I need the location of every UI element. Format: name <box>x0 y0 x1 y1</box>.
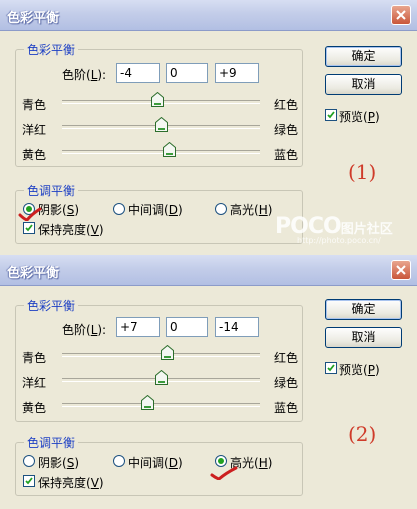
tone-balance-legend: 色调平衡 <box>24 434 79 451</box>
check-icon <box>25 477 33 485</box>
slider-thumb-magenta-green[interactable] <box>154 370 168 385</box>
close-icon <box>396 265 406 275</box>
radio-midtones-label: 中间调(D) <box>128 203 183 217</box>
step-label: (1) <box>348 160 377 184</box>
slider-right-label-blue: 蓝色 <box>274 148 299 162</box>
slider-right-label-red: 红色 <box>274 98 299 112</box>
title-bar[interactable]: 色彩平衡 <box>0 0 417 31</box>
preserve-luminosity-label: 保持亮度(V) <box>38 223 104 237</box>
slider-left-label-cyan: 青色 <box>22 98 47 112</box>
ok-button[interactable]: 确定 <box>325 46 402 67</box>
preview-label: 预览(P) <box>339 110 380 124</box>
slider-thumb-yellow-blue[interactable] <box>140 395 154 410</box>
slider-track-yellow-blue[interactable] <box>62 150 260 154</box>
ok-button[interactable]: 确定 <box>325 299 402 320</box>
tone-balance-legend: 色调平衡 <box>24 182 79 199</box>
levels-input-magenta-green[interactable] <box>166 317 208 337</box>
red-checkmark-icon <box>18 207 42 221</box>
slider-left-label-yellow: 黄色 <box>22 401 47 415</box>
slider-thumb-cyan-red[interactable] <box>161 345 175 360</box>
check-icon <box>25 224 33 232</box>
levels-input-cyan-red[interactable] <box>116 63 160 83</box>
slider-left-label-magenta: 洋红 <box>22 123 47 137</box>
slider-track-yellow-blue[interactable] <box>62 403 260 407</box>
watermark: POCO图片社区 http://photo.poco.cn/ <box>275 214 393 245</box>
slider-left-label-yellow: 黄色 <box>22 148 47 162</box>
radio-shadows[interactable] <box>23 455 35 467</box>
radio-dot <box>218 458 224 464</box>
watermark-url: http://photo.poco.cn/ <box>297 236 381 245</box>
preserve-luminosity-label: 保持亮度(V) <box>38 476 104 490</box>
close-icon <box>396 10 406 20</box>
cancel-button[interactable]: 取消 <box>325 327 402 348</box>
preview-checkbox[interactable] <box>325 362 337 374</box>
close-button[interactable] <box>391 5 411 25</box>
slider-left-label-cyan: 青色 <box>22 351 47 365</box>
levels-input-cyan-red[interactable] <box>116 317 160 337</box>
slider-right-label-green: 绿色 <box>274 123 299 137</box>
preview-checkbox[interactable] <box>325 109 337 121</box>
step-label: (2) <box>348 422 377 446</box>
preview-label: 预览(P) <box>339 363 380 377</box>
radio-shadows-label: 阴影(S) <box>38 203 79 217</box>
check-icon <box>327 364 335 372</box>
color-balance-legend: 色彩平衡 <box>24 41 79 58</box>
radio-midtones[interactable] <box>113 203 125 215</box>
slider-right-label-blue: 蓝色 <box>274 401 299 415</box>
radio-shadows-label: 阴影(S) <box>38 456 79 470</box>
levels-label: 色阶(L): <box>62 323 107 337</box>
slider-thumb-cyan-red[interactable] <box>150 92 164 107</box>
slider-right-label-red: 红色 <box>274 351 299 365</box>
slider-right-label-green: 绿色 <box>274 376 299 390</box>
close-button[interactable] <box>391 260 411 280</box>
radio-midtones-label: 中间调(D) <box>128 456 183 470</box>
slider-left-label-magenta: 洋红 <box>22 376 47 390</box>
color-balance-dialog: 色彩平衡 色彩平衡 色阶(L): 青色 红色 洋红 绿色 黄色 蓝色 色调平衡 … <box>0 255 417 509</box>
radio-highlights[interactable] <box>215 203 227 215</box>
cancel-button[interactable]: 取消 <box>325 74 402 95</box>
radio-highlights-label: 高光(H) <box>230 203 273 217</box>
red-checkmark-icon <box>210 466 238 480</box>
levels-input-yellow-blue[interactable] <box>215 317 259 337</box>
preserve-luminosity-checkbox[interactable] <box>23 475 35 487</box>
levels-input-yellow-blue[interactable] <box>215 63 259 83</box>
levels-label: 色阶(L): <box>62 68 107 82</box>
watermark-brand-cn: 图片社区 <box>340 222 393 237</box>
title-bar[interactable]: 色彩平衡 <box>0 255 417 286</box>
preserve-luminosity-checkbox[interactable] <box>23 222 35 234</box>
levels-input-magenta-green[interactable] <box>166 63 208 83</box>
slider-thumb-magenta-green[interactable] <box>154 117 168 132</box>
slider-thumb-yellow-blue[interactable] <box>163 142 177 157</box>
dialog-title: 色彩平衡 <box>7 11 60 26</box>
color-balance-dialog: 色彩平衡 色彩平衡 色阶(L): 青色 红色 洋红 绿色 黄色 蓝色 色调平衡 … <box>0 0 417 255</box>
check-icon <box>327 111 335 119</box>
radio-midtones[interactable] <box>113 455 125 467</box>
color-balance-legend: 色彩平衡 <box>24 297 79 314</box>
dialog-title: 色彩平衡 <box>7 266 60 281</box>
